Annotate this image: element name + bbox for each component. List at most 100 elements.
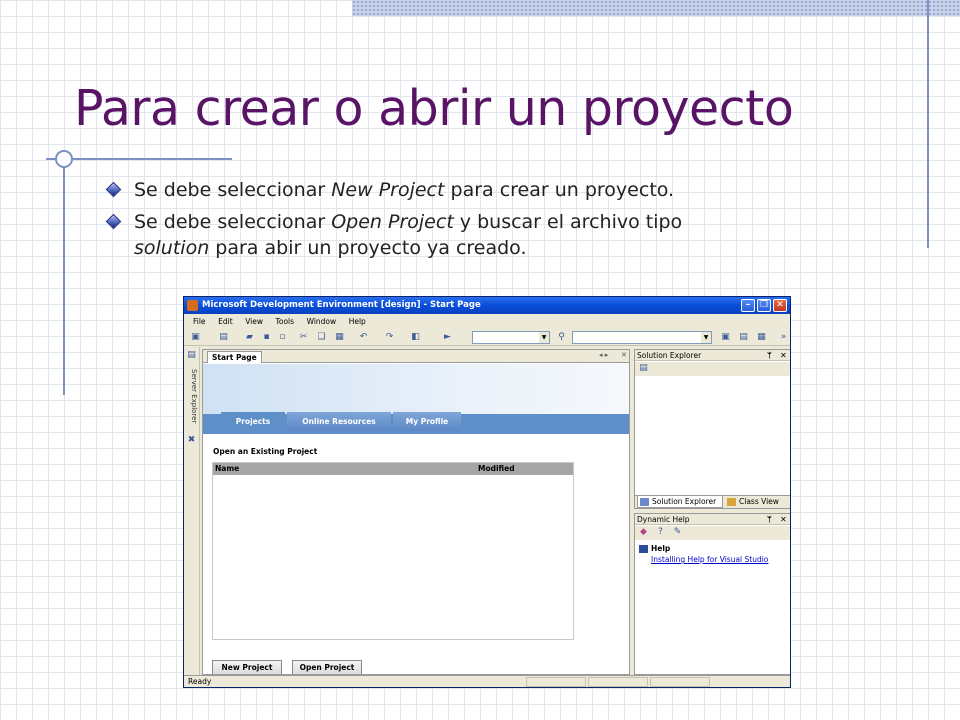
bullet-text: Se debe seleccionar xyxy=(134,179,332,201)
cut-icon[interactable]: ✂ xyxy=(298,332,309,343)
toolbox-icon[interactable]: ✖ xyxy=(186,435,197,446)
chevron-down-icon: ▼ xyxy=(539,332,549,343)
tab-online-resources[interactable]: Online Resources xyxy=(287,412,391,431)
pane-header: Solution Explorer ᛘ ✕ xyxy=(635,350,790,361)
save-all-icon[interactable]: ▫ xyxy=(277,332,288,343)
chevron-down-icon: ▼ xyxy=(701,332,711,343)
book-icon xyxy=(639,545,648,553)
solution-explorer-tool-icon[interactable]: ▣ xyxy=(720,332,731,343)
tab-class-view[interactable]: Class View xyxy=(725,496,779,508)
class-view-icon xyxy=(727,498,736,506)
menu-edit[interactable]: Edit xyxy=(213,314,238,329)
column-modified[interactable]: Modified xyxy=(478,463,515,475)
close-pane-icon[interactable]: ✕ xyxy=(780,514,787,525)
pane-toolbar: ▤ xyxy=(635,362,790,376)
new-project-tool-icon[interactable]: ▣ xyxy=(190,332,201,343)
bullet-emphasis: New Project xyxy=(331,179,445,201)
bullet-text: y buscar el archivo tipo xyxy=(453,211,683,233)
diamond-bullet-icon xyxy=(105,213,122,230)
redo-icon[interactable]: ↷ xyxy=(384,332,395,343)
bullet-emphasis: solution xyxy=(134,237,210,259)
pane-title: Solution Explorer xyxy=(637,351,702,360)
status-cell xyxy=(588,677,648,687)
close-document-icon[interactable]: ✕ xyxy=(621,351,627,359)
solution-config-dropdown[interactable]: ▼ xyxy=(472,331,550,344)
toolbar-overflow-icon[interactable]: » xyxy=(778,332,789,343)
tab-start-page[interactable]: Start Page xyxy=(207,351,262,363)
tab-label: Class View xyxy=(739,497,779,506)
window-title: Microsoft Development Environment [desig… xyxy=(202,300,481,310)
pin-icon[interactable]: ᛘ xyxy=(767,350,772,361)
bullet-item: Se debe seleccionar Open Project y busca… xyxy=(105,209,845,261)
add-item-tool-icon[interactable]: ▤ xyxy=(218,332,229,343)
toolbox-tool-icon[interactable]: ▦ xyxy=(756,332,767,343)
start-page-banner xyxy=(203,364,629,414)
decorative-vertical-line-left xyxy=(63,150,65,395)
tab-projects[interactable]: Projects xyxy=(221,412,285,431)
navigate-back-icon[interactable]: ◧ xyxy=(410,332,421,343)
status-text: Ready xyxy=(188,677,212,686)
bullet-emphasis: Open Project xyxy=(331,211,454,233)
find-dropdown[interactable]: ▼ xyxy=(572,331,712,344)
window-titlebar: Microsoft Development Environment [desig… xyxy=(184,297,790,314)
tab-solution-explorer[interactable]: Solution Explorer xyxy=(637,496,723,508)
menu-bar: File Edit View Tools Window Help xyxy=(184,314,790,329)
status-cell xyxy=(526,677,586,687)
bullet-text: para abir un proyecto ya creado. xyxy=(209,237,527,259)
start-page-document: Start Page ◂ ▸ ✕ Projects Online Resourc… xyxy=(202,349,630,675)
menu-view[interactable]: View xyxy=(240,314,268,329)
new-project-button[interactable]: New Project xyxy=(212,660,282,674)
contents-icon[interactable]: ◆ xyxy=(638,527,649,538)
properties-icon[interactable]: ▤ xyxy=(638,363,649,374)
solution-icon xyxy=(640,498,649,506)
help-section-title: Help xyxy=(651,544,671,553)
decorative-vertical-line xyxy=(927,0,929,248)
tab-scroll-icon[interactable]: ◂ ▸ xyxy=(599,351,608,359)
menu-tools[interactable]: Tools xyxy=(271,314,299,329)
pane-tab-strip: Solution Explorer Class View xyxy=(635,495,790,508)
search-help-icon[interactable]: ✎ xyxy=(672,527,683,538)
status-cell xyxy=(650,677,710,687)
left-tool-strip: ▤ Server Explorer ✖ xyxy=(184,347,200,675)
tab-label: Solution Explorer xyxy=(652,497,717,506)
pane-title: Dynamic Help xyxy=(637,515,690,524)
save-icon[interactable]: ▪ xyxy=(261,332,272,343)
bullet-item: Se debe seleccionar New Project para cre… xyxy=(105,177,845,203)
open-project-button[interactable]: Open Project xyxy=(292,660,362,674)
ide-window-screenshot: Microsoft Development Environment [desig… xyxy=(183,296,791,688)
server-explorer-tab[interactable]: Server Explorer xyxy=(186,365,198,427)
tab-my-profile[interactable]: My Profile xyxy=(393,412,461,431)
close-pane-icon[interactable]: ✕ xyxy=(780,350,787,361)
dynamic-help-pane: Dynamic Help ᛘ ✕ ◆ ? ✎ Help Installing H… xyxy=(634,513,790,675)
pane-header: Dynamic Help ᛘ ✕ xyxy=(635,514,790,525)
start-icon[interactable]: ► xyxy=(442,332,453,343)
menu-help[interactable]: Help xyxy=(344,314,371,329)
decorative-horizontal-line xyxy=(46,158,232,160)
menu-window[interactable]: Window xyxy=(302,314,342,329)
menu-file[interactable]: File xyxy=(188,314,211,329)
server-explorer-icon[interactable]: ▤ xyxy=(186,350,197,361)
pin-icon[interactable]: ᛘ xyxy=(767,514,772,525)
pane-toolbar: ◆ ? ✎ xyxy=(635,526,790,540)
find-icon[interactable]: ⚲ xyxy=(556,332,567,343)
copy-icon[interactable]: ❏ xyxy=(316,332,327,343)
toolbar: ▣ ▤ ▰ ▪ ▫ ✂ ❏ ▦ ↶ ↷ ◧ ► ▼ ⚲ ▼ ▣ ▤ ▦ » xyxy=(184,329,790,346)
bullet-text: Se debe seleccionar xyxy=(134,211,332,233)
document-tab-bar: Start Page ◂ ▸ ✕ xyxy=(203,350,629,363)
close-button[interactable]: ✕ xyxy=(773,299,787,312)
projects-table-header: Name Modified xyxy=(213,463,573,475)
bullet-list: Se debe seleccionar New Project para cre… xyxy=(105,177,845,267)
column-name[interactable]: Name xyxy=(215,463,239,475)
undo-icon[interactable]: ↶ xyxy=(358,332,369,343)
status-bar: Ready xyxy=(184,675,790,687)
projects-table: Name Modified xyxy=(212,462,574,640)
properties-tool-icon[interactable]: ▤ xyxy=(738,332,749,343)
open-folder-icon[interactable]: ▰ xyxy=(244,332,255,343)
help-link[interactable]: Installing Help for Visual Studio xyxy=(651,555,768,564)
paste-icon[interactable]: ▦ xyxy=(334,332,345,343)
slide-title: Para crear o abrir un proyecto xyxy=(74,80,794,137)
index-icon[interactable]: ? xyxy=(655,527,666,538)
maximize-button[interactable]: ❐ xyxy=(757,299,771,312)
minimize-button[interactable]: – xyxy=(741,299,755,312)
decorative-top-band xyxy=(352,0,960,16)
